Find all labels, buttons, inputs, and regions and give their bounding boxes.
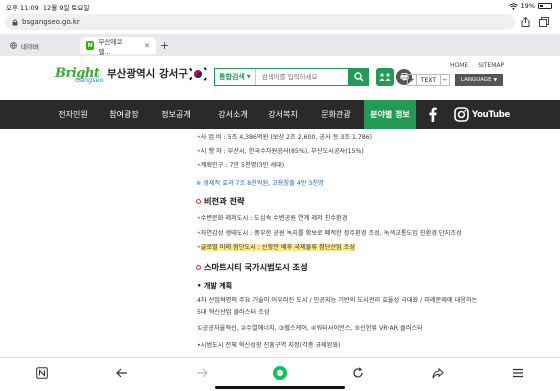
menu-icon[interactable] bbox=[510, 365, 526, 381]
youtube-link[interactable]: YouTube bbox=[472, 106, 510, 123]
economy-note: ※ 경제적 효과 7조 8천억원, 고용창출 4만 3천명 bbox=[196, 180, 324, 187]
dev-plan-desc-2: 5대 혁신산업 클러스터 조성 bbox=[197, 309, 270, 316]
content-line-population: •계획인구 : 7만 5천명(3만 세대) bbox=[197, 162, 285, 169]
naver-home-icon[interactable] bbox=[34, 365, 50, 381]
vision-heading: 비전과 전략 bbox=[196, 195, 245, 207]
sitemap-link[interactable]: SITEMAP bbox=[478, 62, 504, 69]
nav-item-culture[interactable]: 문화관광 bbox=[310, 100, 362, 129]
smartcity-heading: 스마트시티 국가시범도시 조성 bbox=[196, 261, 308, 273]
circle-bullet-icon bbox=[196, 199, 201, 204]
search-input[interactable] bbox=[255, 73, 346, 81]
green-dot-button[interactable] bbox=[272, 365, 288, 381]
dev-plan-heading: • 개발 계획 bbox=[197, 282, 233, 290]
home-indicator bbox=[215, 386, 345, 389]
tab-label: 네이버 bbox=[21, 42, 39, 51]
search-scope-label: 통합검색 bbox=[219, 73, 245, 81]
pilot-zone-note: •시범도시 전체 혁신성장 진흥구역 지정(각종 규제완화) bbox=[197, 342, 341, 349]
back-icon[interactable] bbox=[114, 365, 130, 381]
content-line-budget: •사 업 비 : 5조 4,386억원 (보상 2조 2,600, 공사 등 3… bbox=[197, 134, 373, 141]
vision-item-3: •글로벌 미래 첨단도시 : 신항만 배후 국제물류 첨단산업 조성 bbox=[197, 244, 356, 251]
cluster-list: ①공공자율혁신, ②수열에너지, ③헬스케어, ④워터사이언스, ⑤신한류 VR… bbox=[197, 325, 423, 332]
browser-tabs: 네이버 N 부산에코델... ✕ + bbox=[0, 34, 560, 56]
facebook-icon[interactable] bbox=[426, 106, 440, 123]
content-line-operator: •시 행 자 : 부산시, 한국수자원공사(85%), 부산도시공사(15%) bbox=[197, 148, 364, 155]
nav-item-about[interactable]: 강서소개 bbox=[208, 100, 258, 129]
close-tab-icon[interactable]: ✕ bbox=[144, 42, 150, 50]
circle-bullet-icon bbox=[196, 265, 201, 270]
logo-gangseo: Gangseo bbox=[75, 76, 104, 84]
language-label: LANGUAGE bbox=[460, 77, 492, 83]
highlighted-text: 글로벌 미래 첨단도시 : 신항만 배후 국제물류 첨단산업 조성 bbox=[200, 244, 356, 251]
site-title[interactable]: 부산광역시 강서구 bbox=[107, 66, 188, 81]
dev-plan-desc-1: 4차 산업혁명의 주요 기술이 어우러진 도시 / 인공지능 기반의 도시관리 … bbox=[197, 297, 478, 304]
search-scope-select[interactable]: 통합검색 ▼ bbox=[215, 69, 256, 85]
refresh-icon[interactable] bbox=[350, 365, 366, 381]
url-text: bsgangseo.go.kr bbox=[22, 18, 80, 26]
search-button[interactable] bbox=[348, 67, 369, 86]
korea-flag-icon bbox=[188, 66, 208, 82]
language-select[interactable]: LANGUAGE ▼ bbox=[455, 74, 503, 86]
url-field[interactable]: bsgangseo.go.kr bbox=[5, 14, 515, 30]
wifi-icon bbox=[508, 2, 518, 10]
site-header: Bright Gangseo 부산광역시 강서구 통합검색 ▼ HOME SIT… bbox=[0, 56, 560, 100]
status-bar: 오후 11:09 12월 9일 토요일 19% bbox=[0, 0, 560, 12]
text-increase-button[interactable]: + bbox=[407, 74, 417, 86]
vision-item-1: •수변문화 레저도시 : 도심속 수변공원 연계 레저 친수환경 bbox=[197, 215, 348, 222]
people-icon bbox=[379, 73, 391, 81]
text-size-control: + TEXT − bbox=[407, 74, 450, 86]
nav-item-disclosure[interactable]: 정보공개 bbox=[150, 100, 202, 129]
status-time-date: 오후 11:09 12월 9일 토요일 bbox=[6, 2, 89, 12]
naver-n-icon: N bbox=[86, 41, 95, 50]
text-size-label: TEXT bbox=[417, 74, 440, 86]
tab-bsgangseo[interactable]: N 부산에코델... ✕ bbox=[80, 37, 156, 56]
instagram-icon[interactable] bbox=[452, 106, 470, 123]
battery-icon bbox=[538, 3, 552, 9]
chevron-down-icon: ▼ bbox=[493, 77, 498, 83]
main-content: •사 업 비 : 5조 4,386억원 (보상 2조 2,600, 공사 등 3… bbox=[0, 129, 560, 357]
vision-item-2: •자연감성 생태도시 : 풍부한 공원 녹지를 확보로 폐적한 정주환경 조성,… bbox=[197, 230, 462, 237]
tab-naver[interactable]: 네이버 bbox=[4, 37, 76, 54]
tabs-overview-icon[interactable] bbox=[538, 16, 549, 27]
search-icon bbox=[353, 71, 364, 82]
top-links: HOME SITEMAP bbox=[450, 62, 504, 69]
share-icon[interactable] bbox=[520, 16, 531, 27]
site-logo[interactable]: Bright Gangseo bbox=[55, 62, 104, 90]
globe-icon bbox=[10, 42, 17, 49]
main-nav: 전자민원 참여광장 정보공개 강서소개 강서복지 문화관광 분야별 정보 You… bbox=[0, 100, 560, 129]
status-time: 오후 11:09 bbox=[6, 4, 39, 12]
chevron-down-icon: ▼ bbox=[246, 74, 251, 80]
status-right: 19% bbox=[508, 2, 552, 10]
home-link[interactable]: HOME bbox=[450, 62, 468, 69]
share-arrow-icon[interactable] bbox=[430, 365, 446, 381]
nav-item-field-info[interactable]: 분야별 정보 bbox=[364, 100, 416, 129]
new-tab-icon[interactable]: + bbox=[160, 39, 169, 52]
sns-share-button[interactable] bbox=[376, 68, 394, 86]
nav-item-civil[interactable]: 전자민원 bbox=[48, 100, 98, 129]
nav-item-welfare[interactable]: 강서복지 bbox=[258, 100, 308, 129]
status-date: 12월 9일 토요일 bbox=[42, 4, 90, 12]
tab-label: 부산에코델... bbox=[98, 37, 123, 56]
address-bar: bsgangseo.go.kr bbox=[0, 12, 560, 32]
search-bar: 통합검색 ▼ bbox=[214, 67, 369, 86]
nav-item-participation[interactable]: 참여광장 bbox=[98, 100, 150, 129]
lock-icon bbox=[12, 19, 18, 25]
text-decrease-button[interactable]: − bbox=[440, 74, 450, 86]
battery-percent: 19% bbox=[520, 2, 535, 10]
forward-icon[interactable] bbox=[194, 365, 210, 381]
